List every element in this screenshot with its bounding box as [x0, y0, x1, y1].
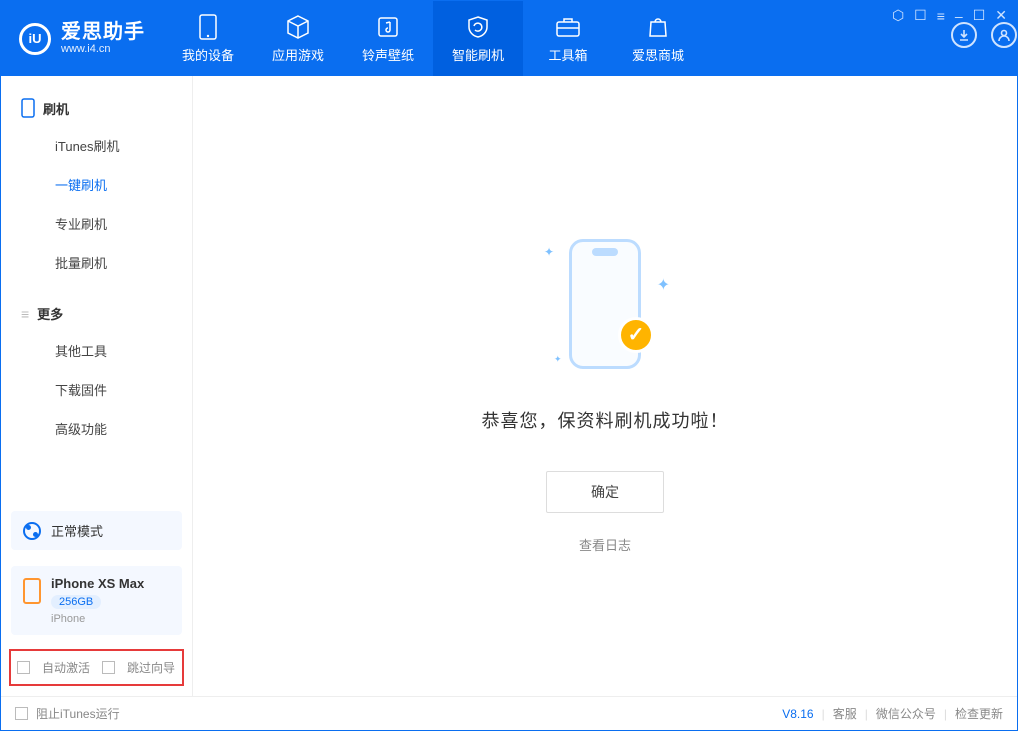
mode-card[interactable]: 正常模式: [11, 511, 182, 550]
maximize-button[interactable]: ☐: [973, 7, 986, 24]
sidebar-head-label: 刷机: [43, 99, 69, 118]
shopping-bag-icon: [645, 14, 671, 40]
sidebar-item-pro-flash[interactable]: 专业刷机: [1, 204, 192, 243]
block-itunes-checkbox[interactable]: [15, 707, 28, 720]
sidebar-group-flash: 刷机 iTunes刷机 一键刷机 专业刷机 批量刷机: [1, 76, 192, 282]
sidebar-item-advanced[interactable]: 高级功能: [1, 409, 192, 448]
tab-label: 我的设备: [182, 45, 234, 64]
sparkle-icon: ✦: [657, 275, 670, 295]
logo-text: 爱思助手 www.i4.cn: [61, 21, 145, 55]
sidebar-item-oneclick-flash[interactable]: 一键刷机: [1, 165, 192, 204]
mode-label: 正常模式: [51, 521, 103, 540]
tab-label: 应用游戏: [272, 45, 324, 64]
refresh-shield-icon: [465, 14, 491, 40]
sidebar: 刷机 iTunes刷机 一键刷机 专业刷机 批量刷机 ≡ 更多 其他工具 下载固…: [1, 76, 193, 696]
device-type: iPhone: [51, 613, 144, 625]
nav-tabs: 我的设备 应用游戏 铃声壁纸 智能刷机 工具箱 爱思商城: [163, 1, 703, 76]
view-log-link[interactable]: 查看日志: [579, 535, 631, 554]
sidebar-item-batch-flash[interactable]: 批量刷机: [1, 243, 192, 282]
phone-outline-icon: [21, 98, 35, 118]
music-note-icon: [375, 14, 401, 40]
app-header: iU 爱思助手 www.i4.cn 我的设备 应用游戏 铃声壁纸 智能刷机 工具…: [1, 1, 1017, 76]
tab-my-device[interactable]: 我的设备: [163, 1, 253, 76]
sidebar-head-flash: 刷机: [1, 90, 192, 126]
app-logo: iU 爱思助手 www.i4.cn: [1, 1, 163, 76]
sidebar-item-download-firmware[interactable]: 下载固件: [1, 370, 192, 409]
success-message: 恭喜您，保资料刷机成功啦！: [482, 407, 729, 433]
wechat-link[interactable]: 微信公众号: [876, 705, 936, 722]
sidebar-item-other-tools[interactable]: 其他工具: [1, 331, 192, 370]
user-account-button[interactable]: [991, 22, 1017, 48]
minimize-button[interactable]: –: [955, 8, 963, 24]
feedback-icon[interactable]: ☐: [914, 7, 927, 24]
sidebar-head-more: ≡ 更多: [1, 296, 192, 331]
menu-icon[interactable]: ≡: [937, 8, 945, 24]
tab-apps-games[interactable]: 应用游戏: [253, 1, 343, 76]
shirt-icon[interactable]: ⬡: [892, 7, 904, 24]
sidebar-head-label: 更多: [37, 304, 63, 323]
cube-icon: [285, 14, 311, 40]
toolbox-icon: [555, 14, 581, 40]
sidebar-group-more: ≡ 更多 其他工具 下载固件 高级功能: [1, 282, 192, 448]
sparkle-icon: ✦: [544, 245, 554, 259]
list-icon: ≡: [21, 306, 29, 322]
app-url: www.i4.cn: [61, 43, 145, 55]
checkmark-badge-icon: ✓: [618, 317, 654, 353]
logo-icon: iU: [19, 23, 51, 55]
success-illustration: ✦ ✦ ✦ ✓: [520, 219, 690, 389]
block-itunes-label: 阻止iTunes运行: [36, 705, 120, 722]
device-info: iPhone XS Max 256GB iPhone: [51, 576, 144, 625]
status-bar: 阻止iTunes运行 V8.16 | 客服 | 微信公众号 | 检查更新: [1, 696, 1017, 730]
tab-label: 工具箱: [548, 45, 587, 64]
device-capacity: 256GB: [51, 595, 101, 609]
tab-label: 智能刷机: [452, 45, 504, 64]
tab-toolbox[interactable]: 工具箱: [523, 1, 613, 76]
skip-wizard-label: 跳过向导: [127, 659, 175, 676]
check-update-link[interactable]: 检查更新: [955, 705, 1003, 722]
download-button[interactable]: [951, 22, 977, 48]
window-controls: ⬡ ☐ ≡ – ☐ ✕: [892, 7, 1007, 24]
tab-ringtones-wallpapers[interactable]: 铃声壁纸: [343, 1, 433, 76]
device-name: iPhone XS Max: [51, 576, 144, 591]
tab-store[interactable]: 爱思商城: [613, 1, 703, 76]
sparkle-icon: ✦: [554, 354, 562, 365]
skip-wizard-checkbox[interactable]: [102, 661, 115, 674]
ok-button[interactable]: 确定: [546, 471, 664, 513]
sidebar-item-itunes-flash[interactable]: iTunes刷机: [1, 126, 192, 165]
phone-icon: [195, 14, 221, 40]
app-name: 爱思助手: [61, 21, 145, 43]
device-phone-icon: [23, 578, 41, 604]
options-row: 自动激活 跳过向导: [9, 649, 184, 686]
customer-service-link[interactable]: 客服: [833, 705, 857, 722]
device-card[interactable]: iPhone XS Max 256GB iPhone: [11, 566, 182, 635]
tab-label: 铃声壁纸: [362, 45, 414, 64]
auto-activate-label: 自动激活: [42, 659, 90, 676]
tab-smart-flash[interactable]: 智能刷机: [433, 1, 523, 76]
app-body: 刷机 iTunes刷机 一键刷机 专业刷机 批量刷机 ≡ 更多 其他工具 下载固…: [1, 76, 1017, 696]
close-button[interactable]: ✕: [995, 7, 1007, 24]
main-panel: ✦ ✦ ✦ ✓ 恭喜您，保资料刷机成功啦！ 确定 查看日志: [193, 76, 1017, 696]
mode-icon: [23, 522, 41, 540]
auto-activate-checkbox[interactable]: [17, 661, 30, 674]
tab-label: 爱思商城: [632, 45, 684, 64]
version-label: V8.16: [782, 707, 813, 721]
